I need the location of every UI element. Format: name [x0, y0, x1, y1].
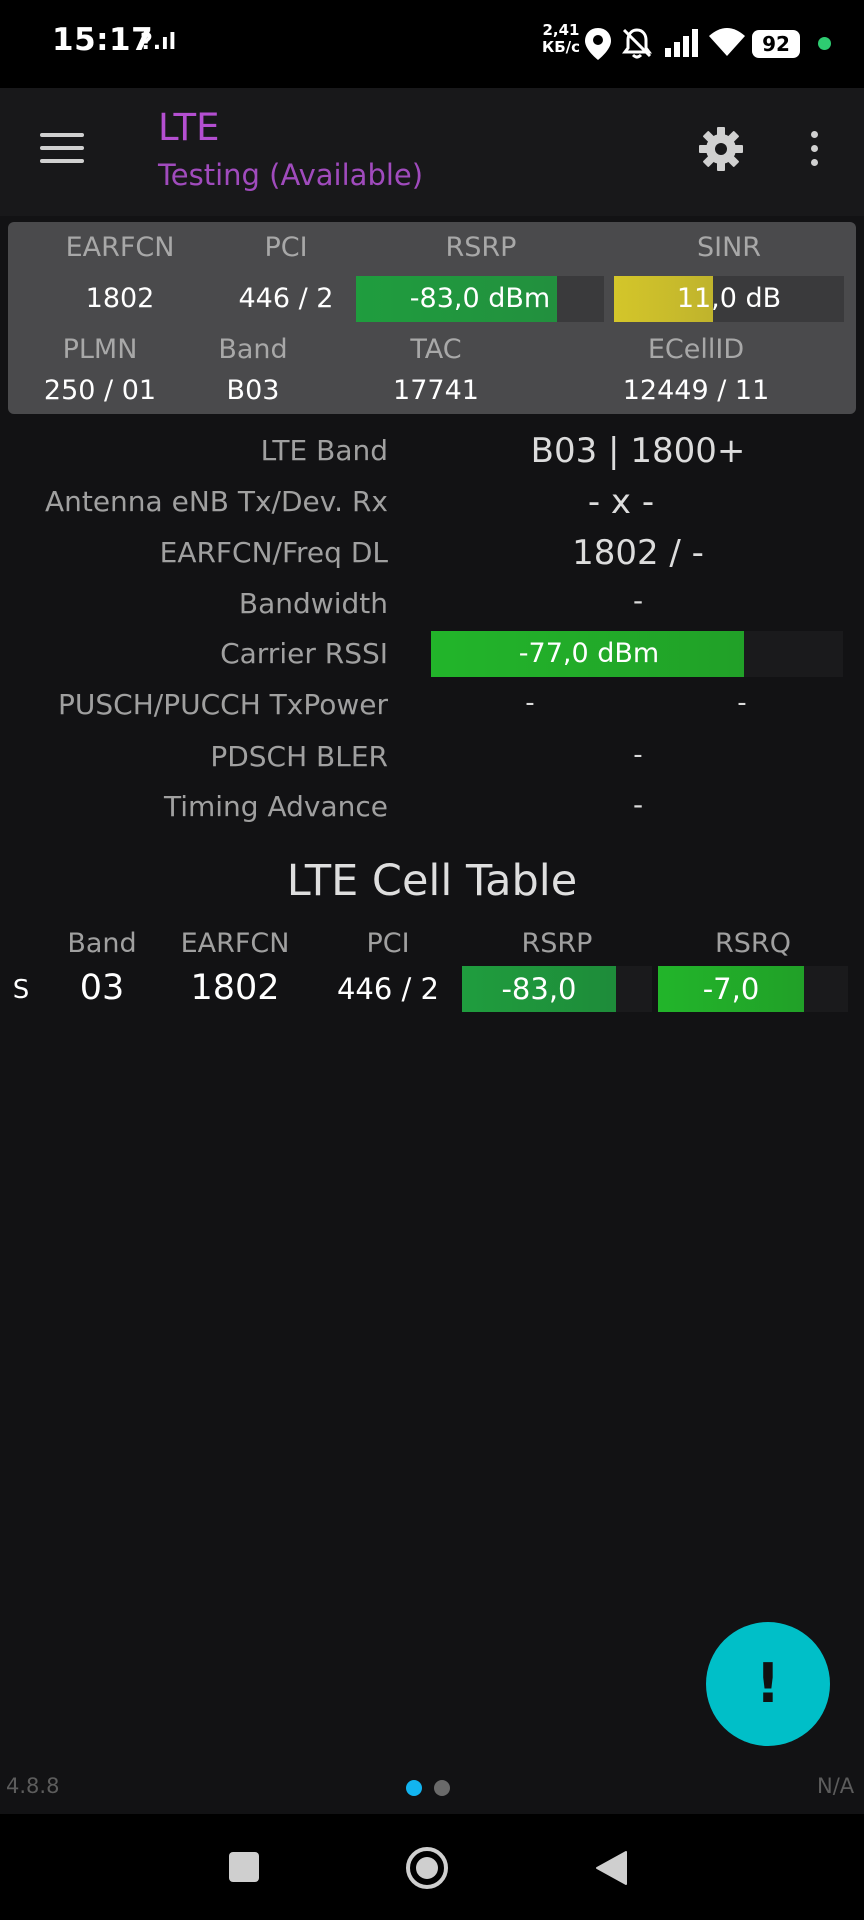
network-speed-value: 2,41: [542, 21, 580, 39]
cell-table-header-earfcn: EARFCN: [180, 928, 290, 959]
more-options-icon[interactable]: [806, 131, 822, 171]
summary-header-earfcn: EARFCN: [65, 232, 175, 263]
pdsch-bler-value: -: [633, 740, 643, 770]
summary-tac-value: 17741: [393, 375, 479, 406]
summary-header-pci: PCI: [264, 232, 308, 263]
antenna-label: Antenna eNB Tx/Dev. Rx: [44, 485, 388, 518]
cell-row-band: 03: [79, 968, 125, 1008]
cell-table-header-pci: PCI: [366, 928, 410, 959]
pdsch-bler-label: PDSCH BLER: [210, 740, 388, 773]
antenna-value: - x -: [587, 482, 655, 522]
cell-table-header-rsrq: RSRQ: [715, 928, 791, 959]
network-speed-unit: КБ/с: [541, 38, 581, 56]
earfcn-freq-label: EARFCN/Freq DL: [159, 536, 388, 569]
pucch-value: -: [737, 688, 747, 718]
cell-row-type: S: [12, 975, 30, 1005]
summary-header-tac: TAC: [410, 334, 462, 365]
alert-fab-button[interactable]: !: [706, 1622, 830, 1746]
summary-rsrp-bar: -83,0 dBm: [356, 276, 604, 322]
page-indicator-active[interactable]: [406, 1780, 422, 1796]
lte-band-value: B03 | 1800+: [530, 431, 746, 471]
summary-ecellid-value: 12449 / 11: [622, 375, 770, 406]
cell-row-rsrp-text: -83,0: [501, 972, 577, 1006]
timing-advance-value: -: [632, 788, 644, 821]
summary-header-rsrp: RSRP: [445, 232, 517, 263]
bandwidth-value: -: [632, 584, 644, 617]
app-version: 4.8.8: [6, 1774, 60, 1798]
summary-earfcn-value: 1802: [85, 283, 155, 314]
carrier-rssi-label: Carrier RSSI: [220, 637, 388, 670]
footer-na-status: N/A: [817, 1774, 855, 1798]
mobile-signal-small-icon: ?.ıl: [140, 30, 177, 55]
app-title: LTE: [158, 106, 220, 149]
status-time: 15:17: [52, 22, 154, 58]
summary-pci-value: 446 / 2: [238, 283, 334, 314]
summary-sinr-bar: 11,0 dB: [614, 276, 844, 322]
earfcn-freq-value: 1802 / -: [572, 533, 704, 573]
pusch-value: -: [525, 688, 535, 718]
location-icon: [585, 28, 611, 60]
cell-row-earfcn: 1802: [190, 968, 280, 1008]
cell-table-header-rsrp: RSRP: [521, 928, 593, 959]
bandwidth-label: Bandwidth: [238, 587, 388, 620]
summary-sinr-text: 11,0 dB: [676, 283, 782, 314]
timing-advance-label: Timing Advance: [163, 790, 388, 823]
recents-button[interactable]: [229, 1852, 259, 1882]
cell-signal-icon: [665, 29, 698, 57]
cell-table-header-band: Band: [67, 928, 137, 959]
cell-row-rsrq-bar: -7,0: [658, 966, 848, 1012]
summary-header-plmn: PLMN: [62, 334, 138, 365]
network-speed: 2,41 КБ/с: [540, 22, 582, 56]
app-subtitle: Testing (Available): [158, 158, 424, 192]
summary-header-ecellid: ECellID: [647, 334, 745, 365]
summary-plmn-value: 250 / 01: [43, 375, 157, 406]
pusch-pucch-label: PUSCH/PUCCH TxPower: [58, 688, 388, 721]
privacy-indicator-dot: [818, 37, 831, 50]
summary-rsrp-text: -83,0 dBm: [409, 283, 551, 314]
carrier-rssi-text: -77,0 dBm: [518, 638, 660, 669]
summary-band-value: B03: [226, 375, 280, 406]
carrier-rssi-bar: -77,0 dBm: [431, 631, 843, 677]
cell-table-title: LTE Cell Table: [286, 856, 578, 906]
page-indicator-inactive[interactable]: [434, 1780, 450, 1796]
menu-icon[interactable]: [40, 133, 84, 167]
cell-row-rsrq-text: -7,0: [702, 972, 760, 1006]
bell-off-icon: [622, 28, 652, 59]
cell-row-pci: 446 / 2: [336, 972, 439, 1006]
back-button[interactable]: [594, 1850, 628, 1886]
summary-header-sinr: SINR: [696, 232, 762, 263]
cell-row-rsrp-bar: -83,0: [462, 966, 652, 1012]
battery-level: 92: [752, 30, 800, 58]
wifi-icon: [709, 28, 745, 56]
summary-header-band: Band: [218, 334, 288, 365]
gear-icon[interactable]: [698, 126, 744, 172]
lte-band-label: LTE Band: [260, 434, 388, 467]
home-button[interactable]: [405, 1846, 449, 1890]
